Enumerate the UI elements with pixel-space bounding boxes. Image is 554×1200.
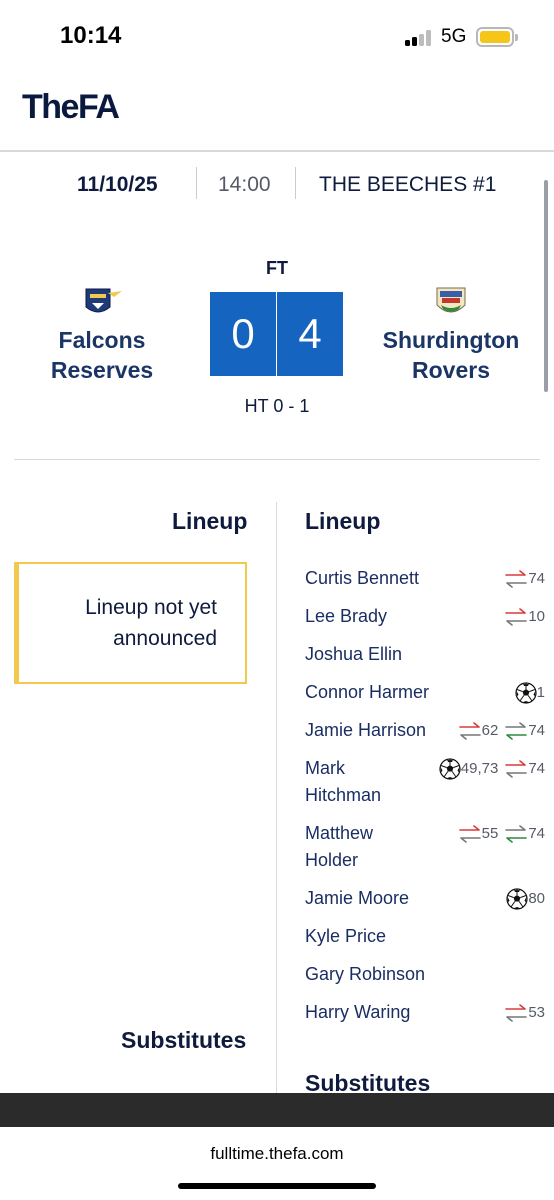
browser-toolbar xyxy=(0,1093,554,1127)
status-bar: 10:14 5G xyxy=(0,0,554,70)
player-row[interactable]: Kyle Price xyxy=(305,917,545,955)
match-info-bar: 11/10/25 14:00 THE BEECHES #1 xyxy=(0,165,554,203)
player-name[interactable]: Connor Harmer xyxy=(305,679,429,706)
divider xyxy=(196,167,197,199)
player-events: 74 xyxy=(504,565,545,592)
signal-strength-icon xyxy=(405,30,433,46)
falcons-crest-icon xyxy=(80,285,124,321)
shurdington-crest-icon xyxy=(429,285,473,321)
player-name[interactable]: Curtis Bennett xyxy=(305,565,419,592)
player-row[interactable]: Lee Brady 10 xyxy=(305,597,545,635)
player-row[interactable]: Joshua Ellin xyxy=(305,635,545,673)
scrollbar[interactable] xyxy=(544,180,548,392)
player-events: 55 74 xyxy=(458,820,545,847)
player-row[interactable]: Matthew Holder 55 74 xyxy=(305,814,545,879)
battery-icon xyxy=(476,27,518,47)
player-row[interactable]: Connor Harmer 1 xyxy=(305,673,545,711)
substitution-off-icon xyxy=(504,569,528,588)
player-name[interactable]: Lee Brady xyxy=(305,603,387,630)
goal-event: 49,73 xyxy=(439,757,498,780)
match-venue: THE BEECHES #1 xyxy=(319,173,497,196)
divider xyxy=(295,167,296,199)
substitution-off-event: 53 xyxy=(504,1003,545,1022)
football-icon xyxy=(515,681,537,704)
the-fa-logo[interactable]: TheFA xyxy=(22,88,120,127)
match-time: 14:00 xyxy=(218,173,271,196)
football-icon xyxy=(506,887,528,910)
player-name[interactable]: Kyle Price xyxy=(305,923,386,950)
home-team-name-line1: Falcons xyxy=(58,327,146,353)
home-team-name-line2: Reserves xyxy=(50,357,154,383)
substitution-on-icon xyxy=(504,721,528,740)
match-date: 11/10/25 xyxy=(77,173,158,196)
away-team[interactable]: Shurdington Rovers xyxy=(361,285,541,385)
home-team[interactable]: Falcons Reserves xyxy=(12,285,192,385)
player-events: 1 xyxy=(515,679,545,706)
player-name[interactable]: Mark Hitchman xyxy=(305,755,381,809)
player-row[interactable]: Jamie Moore 80 xyxy=(305,879,545,917)
away-team-name-line2: Rovers xyxy=(412,357,490,383)
site-header: TheFA xyxy=(0,70,554,152)
player-name[interactable]: Matthew Holder xyxy=(305,820,373,874)
section-divider xyxy=(14,459,540,460)
player-row[interactable]: Mark Hitchman 49,73 74 xyxy=(305,749,545,814)
half-time-score: HT 0 - 1 xyxy=(244,396,310,416)
player-name[interactable]: Joshua Ellin xyxy=(305,641,402,668)
notice-line1: Lineup not yet xyxy=(85,596,217,619)
substitution-off-icon xyxy=(458,721,482,740)
substitution-on-event: 74 xyxy=(504,824,545,843)
away-player-list: Curtis Bennett 74 Lee Brady 10 Joshua El… xyxy=(305,559,545,1031)
home-substitutes-heading: Substitutes xyxy=(121,1027,247,1053)
status-time: 10:14 xyxy=(60,22,122,49)
player-row[interactable]: Jamie Harrison 62 74 xyxy=(305,711,545,749)
column-divider xyxy=(276,502,277,1100)
player-events: 80 xyxy=(506,885,545,912)
goal-event: 80 xyxy=(506,887,545,910)
player-name[interactable]: Jamie Moore xyxy=(305,885,409,912)
substitution-on-event: 74 xyxy=(504,721,545,740)
substitution-off-icon xyxy=(504,607,528,626)
match-status: FT xyxy=(266,258,288,278)
network-type: 5G xyxy=(441,26,467,47)
scoreboard: 0 4 xyxy=(210,292,343,376)
substitution-off-icon xyxy=(504,1003,528,1022)
url-bar[interactable]: fulltime.thefa.com xyxy=(0,1127,554,1200)
player-name[interactable]: Harry Waring xyxy=(305,999,410,1026)
player-name[interactable]: Gary Robinson xyxy=(305,961,425,988)
substitution-off-event: 74 xyxy=(504,569,545,588)
substitution-off-event: 74 xyxy=(504,759,545,778)
notice-line2: announced xyxy=(113,627,217,650)
player-row[interactable]: Gary Robinson xyxy=(305,955,545,993)
substitution-off-icon xyxy=(504,759,528,778)
player-events: 49,73 74 xyxy=(439,755,545,782)
player-events: 10 xyxy=(504,603,545,630)
lineup-not-announced-notice: Lineup not yet announced xyxy=(14,562,247,684)
substitution-off-icon xyxy=(458,824,482,843)
url-text[interactable]: fulltime.thefa.com xyxy=(0,1144,554,1164)
substitution-off-event: 62 xyxy=(458,721,498,740)
away-score: 4 xyxy=(277,292,343,376)
football-icon xyxy=(439,757,461,780)
away-team-name-line1: Shurdington xyxy=(382,327,520,353)
player-row[interactable]: Harry Waring 53 xyxy=(305,993,545,1031)
player-row[interactable]: Curtis Bennett 74 xyxy=(305,559,545,597)
goal-event: 1 xyxy=(515,681,545,704)
home-score: 0 xyxy=(210,292,276,376)
home-indicator[interactable] xyxy=(178,1183,376,1189)
player-events: 62 74 xyxy=(458,717,545,744)
substitution-off-event: 10 xyxy=(504,607,545,626)
home-lineup-heading: Lineup xyxy=(172,508,248,534)
substitution-on-icon xyxy=(504,824,528,843)
away-lineup-heading: Lineup xyxy=(305,508,381,534)
player-events: 53 xyxy=(504,999,545,1026)
substitution-off-event: 55 xyxy=(458,824,498,843)
player-name[interactable]: Jamie Harrison xyxy=(305,717,426,744)
